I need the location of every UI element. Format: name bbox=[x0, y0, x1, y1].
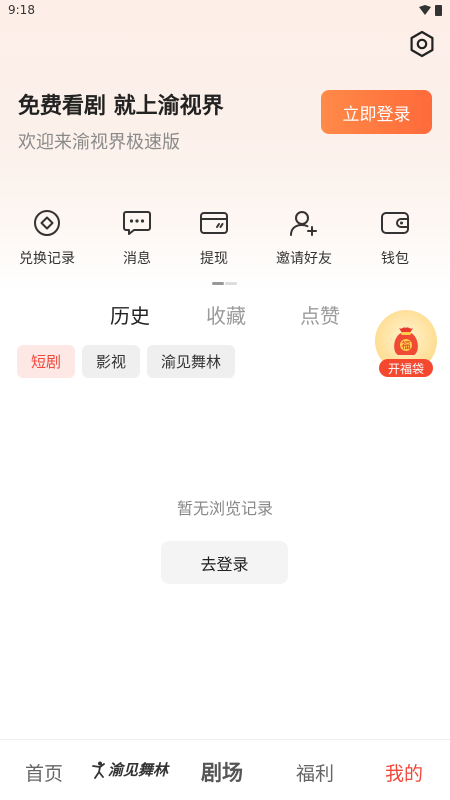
message-icon bbox=[122, 208, 152, 238]
tab-history[interactable]: 历史 bbox=[110, 300, 150, 329]
chip-film-tv[interactable]: 影视 bbox=[82, 345, 141, 378]
redeem-icon bbox=[32, 208, 62, 238]
login-button[interactable]: 立即登录 bbox=[321, 90, 432, 134]
tab-likes[interactable]: 点赞 bbox=[300, 300, 340, 329]
quick-actions: 兑换记录 消息 提现 邀请好友 钱包 bbox=[0, 208, 450, 278]
lucky-bag-icon: 福 bbox=[394, 327, 418, 355]
page-dot-active bbox=[212, 282, 224, 285]
status-bar: 9:18 bbox=[0, 0, 450, 20]
nav-dance-label: 渝见舞林 bbox=[108, 761, 169, 779]
quick-messages[interactable]: 消息 bbox=[97, 208, 177, 270]
status-time: 9:18 bbox=[8, 3, 35, 17]
category-chips: 短剧 影视 渝见舞林 bbox=[17, 345, 236, 378]
status-icons bbox=[419, 4, 442, 16]
dancer-icon bbox=[92, 761, 105, 779]
lucky-bag-button[interactable]: 福 开福袋 bbox=[373, 310, 439, 380]
quick-label: 兑换记录 bbox=[19, 251, 75, 267]
quick-withdraw[interactable]: 提现 bbox=[174, 208, 254, 270]
wifi-icon bbox=[419, 5, 431, 15]
page-indicator bbox=[212, 282, 238, 286]
nav-drama[interactable]: 剧场 bbox=[201, 757, 243, 787]
chip-short-drama[interactable]: 短剧 bbox=[17, 345, 76, 378]
nav-home[interactable]: 首页 bbox=[25, 759, 63, 786]
lucky-bag-char: 福 bbox=[401, 340, 410, 352]
go-login-button[interactable]: 去登录 bbox=[161, 541, 288, 584]
chip-dance[interactable]: 渝见舞林 bbox=[147, 345, 236, 378]
nav-dance[interactable]: 渝见舞林 bbox=[92, 759, 168, 780]
empty-state-text: 暂无浏览记录 bbox=[176, 499, 273, 518]
quick-label: 提现 bbox=[200, 251, 228, 267]
lucky-bag-label: 开福袋 bbox=[379, 359, 433, 377]
battery-icon bbox=[435, 4, 442, 16]
promo-subtitle: 欢迎来渝视界极速版 bbox=[18, 132, 180, 153]
nav-welfare[interactable]: 福利 bbox=[296, 759, 334, 786]
quick-invite-friends[interactable]: 邀请好友 bbox=[264, 208, 344, 270]
quick-label: 消息 bbox=[123, 251, 151, 267]
wallet-icon bbox=[380, 208, 410, 238]
nav-mine[interactable]: 我的 bbox=[385, 759, 423, 786]
settings-icon bbox=[410, 30, 434, 58]
quick-wallet[interactable]: 钱包 bbox=[355, 208, 435, 270]
promo-title: 免费看剧 就上渝视界 bbox=[18, 94, 224, 119]
card-icon bbox=[199, 208, 229, 238]
tab-favorites[interactable]: 收藏 bbox=[206, 300, 246, 329]
bottom-nav: 首页 渝见舞林 剧场 福利 我的 bbox=[0, 739, 450, 800]
quick-label: 邀请好友 bbox=[276, 251, 332, 267]
invite-user-icon bbox=[289, 208, 319, 238]
page-dot bbox=[225, 282, 237, 285]
quick-label: 钱包 bbox=[381, 251, 409, 267]
settings-button[interactable] bbox=[406, 28, 438, 60]
quick-redeem-records[interactable]: 兑换记录 bbox=[7, 208, 87, 270]
